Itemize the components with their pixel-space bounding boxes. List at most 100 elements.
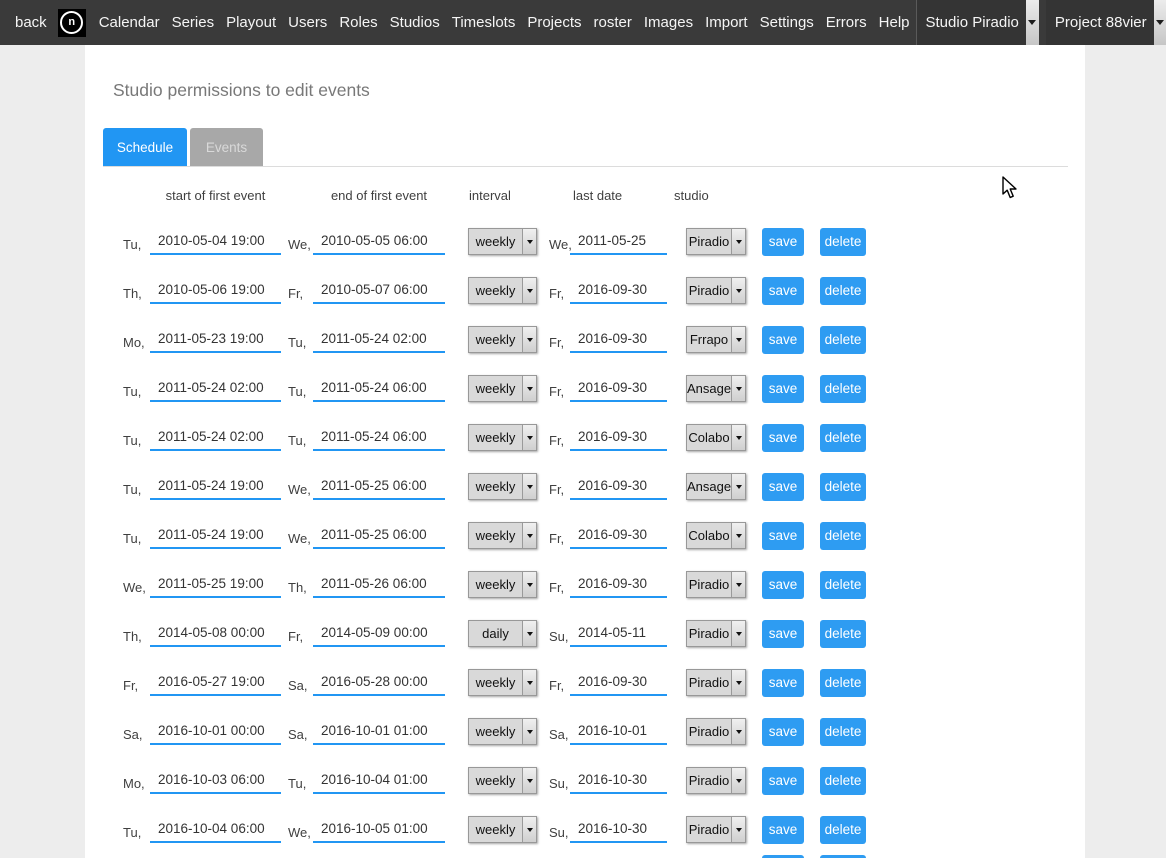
end-input[interactable] <box>313 817 445 843</box>
interval-select[interactable]: weekly <box>468 326 537 353</box>
end-input[interactable] <box>313 523 445 549</box>
start-input[interactable] <box>150 278 281 304</box>
last-date-input[interactable] <box>570 425 667 451</box>
start-input[interactable] <box>150 572 281 598</box>
interval-select[interactable]: weekly <box>468 473 537 500</box>
logo-icon[interactable]: n <box>58 9 86 37</box>
start-input[interactable] <box>150 621 281 647</box>
last-date-input[interactable] <box>570 523 667 549</box>
save-button[interactable]: save <box>762 669 804 697</box>
nav-item-images[interactable]: Images <box>644 14 693 31</box>
start-input[interactable] <box>150 817 281 843</box>
end-input[interactable] <box>313 572 445 598</box>
start-input[interactable] <box>150 523 281 549</box>
interval-select[interactable]: weekly <box>468 228 537 255</box>
tab-schedule[interactable]: Schedule <box>103 128 187 166</box>
save-button[interactable]: save <box>762 326 804 354</box>
interval-select[interactable]: weekly <box>468 375 537 402</box>
end-input[interactable] <box>313 229 445 255</box>
save-button[interactable]: save <box>762 228 804 256</box>
last-date-input[interactable] <box>570 621 667 647</box>
delete-button[interactable]: delete <box>820 718 866 746</box>
nav-item-errors[interactable]: Errors <box>826 14 867 31</box>
save-button[interactable]: save <box>762 424 804 452</box>
nav-item-studios[interactable]: Studios <box>390 14 440 31</box>
save-button[interactable]: save <box>762 277 804 305</box>
delete-button[interactable]: delete <box>820 326 866 354</box>
save-button[interactable]: save <box>762 620 804 648</box>
last-date-input[interactable] <box>570 670 667 696</box>
delete-button[interactable]: delete <box>820 767 866 795</box>
delete-button[interactable]: delete <box>820 228 866 256</box>
end-input[interactable] <box>313 719 445 745</box>
save-button[interactable]: save <box>762 718 804 746</box>
studio-select[interactable]: Piradio <box>686 816 746 843</box>
nav-item-import[interactable]: Import <box>705 14 748 31</box>
studio-select[interactable]: Piradio <box>686 277 746 304</box>
last-date-input[interactable] <box>570 817 667 843</box>
interval-select[interactable]: daily <box>468 620 537 647</box>
last-date-input[interactable] <box>570 474 667 500</box>
start-input[interactable] <box>150 670 281 696</box>
delete-button[interactable]: delete <box>820 620 866 648</box>
studio-select[interactable]: Colabo <box>686 522 746 549</box>
studio-select[interactable]: Frrapo <box>686 326 746 353</box>
delete-button[interactable]: delete <box>820 816 866 844</box>
interval-select[interactable]: weekly <box>468 277 537 304</box>
studio-select[interactable]: Ansage <box>686 473 746 500</box>
delete-button[interactable]: delete <box>820 571 866 599</box>
last-date-input[interactable] <box>570 768 667 794</box>
last-date-input[interactable] <box>570 229 667 255</box>
start-input[interactable] <box>150 376 281 402</box>
nav-item-users[interactable]: Users <box>288 14 327 31</box>
nav-item-help[interactable]: Help <box>879 14 910 31</box>
nav-item-series[interactable]: Series <box>172 14 215 31</box>
studio-nav-select[interactable]: Studio Piradio <box>917 0 1039 45</box>
end-input[interactable] <box>313 670 445 696</box>
tab-events[interactable]: Events <box>190 128 263 166</box>
last-date-input[interactable] <box>570 327 667 353</box>
back-link[interactable]: back <box>15 14 47 31</box>
interval-select[interactable]: weekly <box>468 767 537 794</box>
nav-item-roles[interactable]: Roles <box>339 14 377 31</box>
studio-select[interactable]: Ansage <box>686 375 746 402</box>
nav-item-timeslots[interactable]: Timeslots <box>452 14 516 31</box>
interval-select[interactable]: weekly <box>468 669 537 696</box>
end-input[interactable] <box>313 474 445 500</box>
end-input[interactable] <box>313 376 445 402</box>
last-date-input[interactable] <box>570 376 667 402</box>
start-input[interactable] <box>150 327 281 353</box>
nav-item-settings[interactable]: Settings <box>760 14 814 31</box>
interval-select[interactable]: weekly <box>468 522 537 549</box>
save-button[interactable]: save <box>762 571 804 599</box>
studio-select[interactable]: Piradio <box>686 571 746 598</box>
end-input[interactable] <box>313 327 445 353</box>
start-input[interactable] <box>150 425 281 451</box>
chevron-down-icon[interactable] <box>1154 0 1166 45</box>
studio-select[interactable]: Colabo <box>686 424 746 451</box>
delete-button[interactable]: delete <box>820 277 866 305</box>
delete-button[interactable]: delete <box>820 669 866 697</box>
delete-button[interactable]: delete <box>820 375 866 403</box>
studio-select[interactable]: Piradio <box>686 228 746 255</box>
save-button[interactable]: save <box>762 375 804 403</box>
save-button[interactable]: save <box>762 522 804 550</box>
nav-item-calendar[interactable]: Calendar <box>99 14 160 31</box>
save-button[interactable]: save <box>762 816 804 844</box>
studio-select[interactable]: Piradio <box>686 767 746 794</box>
nav-item-roster[interactable]: roster <box>594 14 632 31</box>
nav-item-projects[interactable]: Projects <box>527 14 581 31</box>
studio-select[interactable]: Piradio <box>686 718 746 745</box>
last-date-input[interactable] <box>570 572 667 598</box>
start-input[interactable] <box>150 474 281 500</box>
end-input[interactable] <box>313 278 445 304</box>
last-date-input[interactable] <box>570 278 667 304</box>
start-input[interactable] <box>150 229 281 255</box>
nav-item-playout[interactable]: Playout <box>226 14 276 31</box>
save-button[interactable]: save <box>762 767 804 795</box>
delete-button[interactable]: delete <box>820 424 866 452</box>
interval-select[interactable]: weekly <box>468 571 537 598</box>
save-button[interactable]: save <box>762 473 804 501</box>
project-nav-select[interactable]: Project 88vier <box>1046 0 1166 45</box>
delete-button[interactable]: delete <box>820 522 866 550</box>
